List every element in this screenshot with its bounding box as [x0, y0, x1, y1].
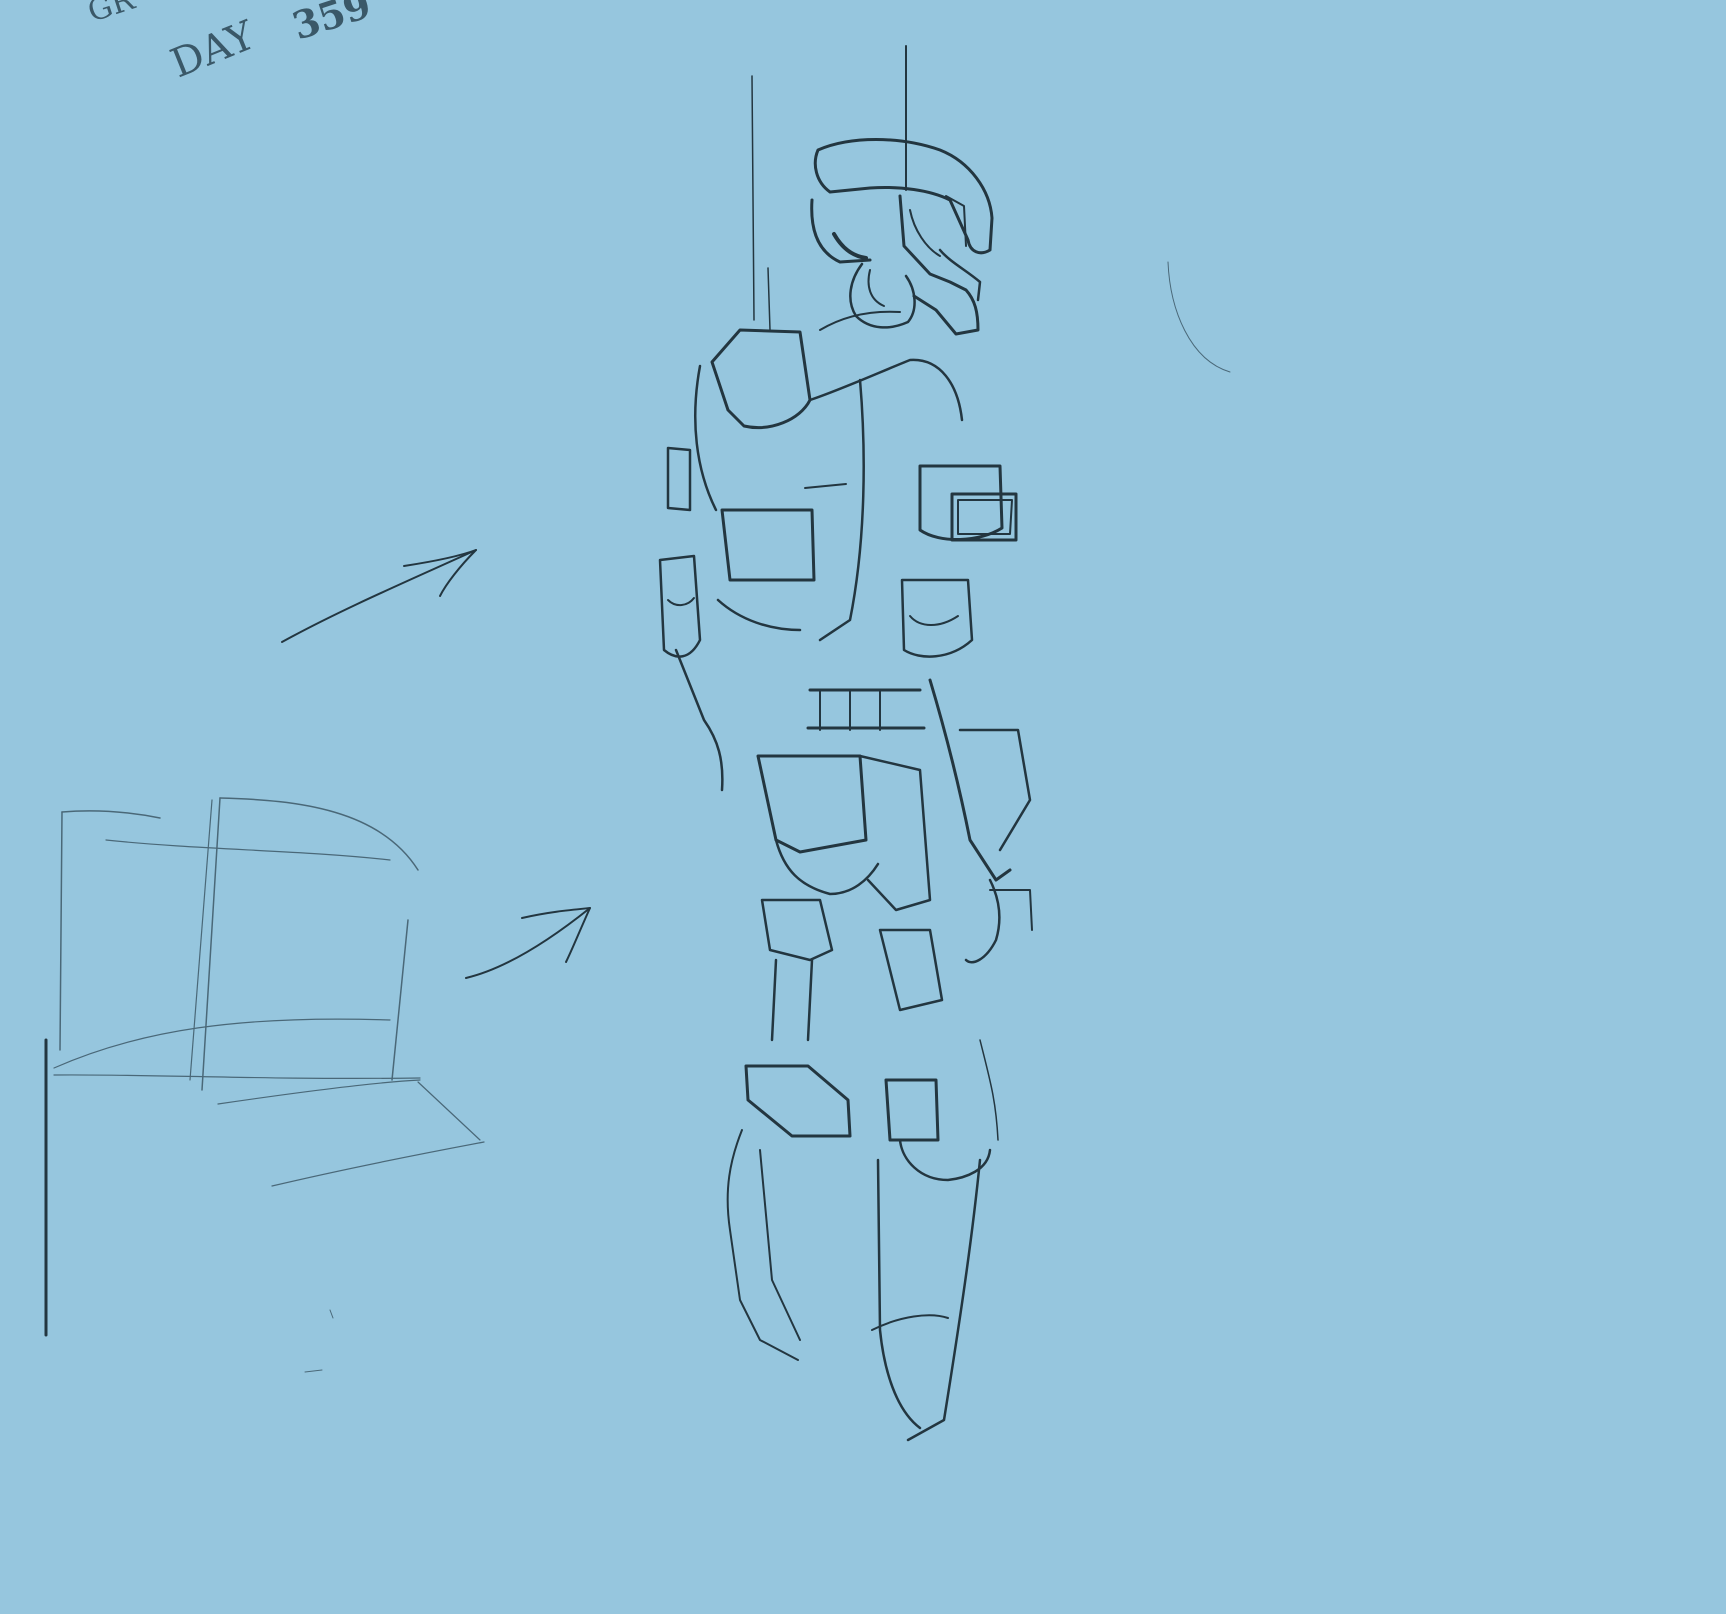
sketch-canvas: GR DAY 359	[0, 0, 1726, 1614]
arrow-lower	[465, 907, 591, 979]
arrow-upper	[281, 549, 477, 643]
left-box-sketch	[44, 797, 485, 1373]
armored-figure	[658, 138, 1033, 1442]
note-fragment-3: 359	[287, 0, 376, 49]
note-fragment-1: GR	[84, 0, 140, 30]
note-fragment-2: DAY	[165, 12, 262, 87]
corner-notes: GR DAY 359	[84, 0, 377, 87]
sketch-drawing: GR DAY 359	[44, 0, 1231, 1442]
